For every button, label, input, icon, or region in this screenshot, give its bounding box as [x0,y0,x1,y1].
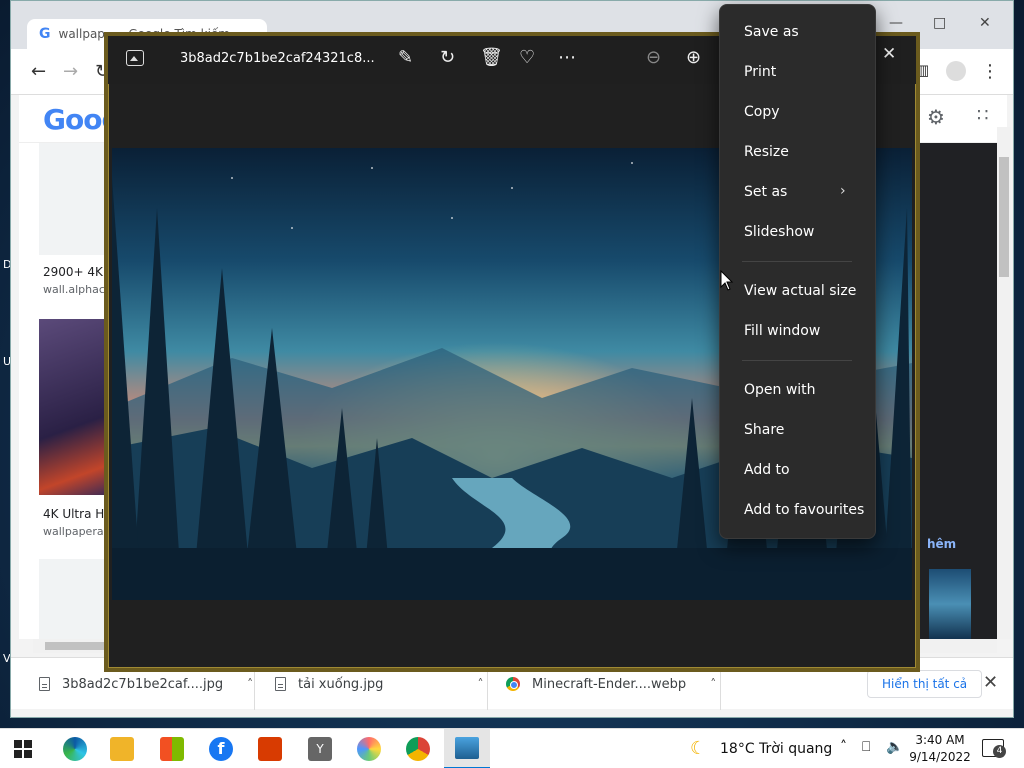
menu-item-copy[interactable]: Copy [744,104,780,120]
preview-panel [919,143,997,639]
menu-item-add-to[interactable]: Add to [744,462,790,478]
chevron-up-icon[interactable]: ˄ [477,677,483,691]
network-icon[interactable]: ⎕ [862,739,870,755]
facebook-icon[interactable]: f [209,737,233,761]
office-icon[interactable] [258,737,282,761]
apps-grid-icon[interactable]: ∷ [977,105,988,126]
photos-taskbar-active[interactable] [444,729,490,768]
zoom-out-icon[interactable]: ⊖ [646,48,661,68]
menu-item-resize[interactable]: Resize [744,144,789,160]
delete-icon[interactable]: 🗑 [480,48,503,68]
menu-item-share[interactable]: Share [744,422,784,438]
moon-icon: ☾ [690,738,707,759]
forward-icon[interactable]: → [63,61,78,82]
settings-gear-icon[interactable]: ⚙ [927,105,945,129]
close-icon[interactable]: ✕ [882,44,896,64]
start-icon[interactable] [14,740,32,758]
chevron-right-icon: › [840,183,846,199]
file-explorer-icon[interactable] [110,737,134,761]
result-source: wallpaperac [43,525,110,538]
related-thumbnail[interactable] [929,569,971,639]
result-thumbnail[interactable] [39,319,109,495]
rotate-icon[interactable]: ↻ [440,48,455,68]
chevron-up-icon[interactable]: ˄ [840,739,847,755]
photo-filename: 3b8ad2c7b1be2caf24321c8... [180,51,375,66]
result-source: wall.alphaco [43,283,112,296]
minimize-icon[interactable]: — [889,15,903,31]
chevron-up-icon[interactable]: ˄ [710,677,716,691]
file-icon [39,677,50,691]
taskbar: f Y ☾ 18°C Trời quang ˄ ⎕ 🔈 3:40 AM 9/14… [0,728,1024,768]
menu-item-set-as[interactable]: Set as [744,184,787,200]
edge-icon[interactable] [63,737,87,761]
back-icon[interactable]: ← [31,61,46,82]
vertical-scrollbar[interactable] [997,127,1011,639]
see-more-link[interactable]: hêm [927,537,956,551]
more-icon[interactable]: ⋯ [558,48,576,68]
scrollbar-thumb[interactable] [999,157,1009,277]
volume-icon[interactable]: 🔈 [886,739,903,755]
download-filename: Minecraft-Ender....webp [532,676,687,692]
chevron-up-icon[interactable]: ˄ [247,677,253,691]
menu-separator [742,360,852,361]
download-filename: 3b8ad2c7b1be2caf....jpg [62,676,224,692]
download-filename: tải xuống.jpg [298,676,384,692]
photos-app-icon[interactable] [126,50,144,66]
file-icon [275,677,286,691]
mouse-cursor-icon [720,270,734,291]
time-text: 3:40 AM [915,733,965,747]
result-caption[interactable]: 4K Ultra HD [43,507,114,521]
photos-icon [455,737,479,759]
result-thumbnail[interactable] [39,559,109,639]
favourite-icon[interactable]: ♡ [519,48,535,68]
menu-item-open-with[interactable]: Open with [744,382,816,398]
maximize-icon[interactable]: □ [933,15,946,31]
menu-item-add-to-favourites[interactable]: Add to favourites [744,502,864,518]
edit-icon[interactable]: ✎ [398,48,413,68]
menu-item-print[interactable]: Print [744,64,776,80]
scrollbar-thumb[interactable] [45,642,105,650]
google-icon: G [39,26,51,42]
date-text: 9/14/2022 [909,750,971,764]
notification-badge: 4 [993,745,1006,758]
profile-avatar[interactable] [946,61,966,81]
menu-kebab-icon[interactable]: ⋮ [981,61,999,82]
weather-text[interactable]: 18°C Trời quang [720,741,832,757]
menu-separator [742,261,852,262]
chrome-icon[interactable] [406,737,430,761]
zoom-in-icon[interactable]: ⊕ [686,48,701,68]
menu-item-view-actual-size[interactable]: View actual size [744,283,856,299]
close-icon[interactable]: ✕ [983,672,998,693]
store-icon[interactable] [160,737,184,761]
notification-icon[interactable]: 4 [982,739,1006,758]
menu-item-save-as[interactable]: Save as [744,24,799,40]
menu-item-fill-window[interactable]: Fill window [744,323,820,339]
photos-app-orb-icon[interactable] [357,737,381,761]
yandex-icon[interactable]: Y [308,737,332,761]
result-thumbnail[interactable] [39,143,109,255]
clock[interactable]: 3:40 AM 9/14/2022 [908,732,972,766]
chrome-icon [506,677,520,691]
context-menu: Save as Print Copy Resize Set as › Slide… [719,4,876,539]
close-icon[interactable]: ✕ [979,15,991,31]
show-all-downloads-button[interactable]: Hiển thị tất cả [867,670,983,698]
menu-item-slideshow[interactable]: Slideshow [744,224,814,240]
